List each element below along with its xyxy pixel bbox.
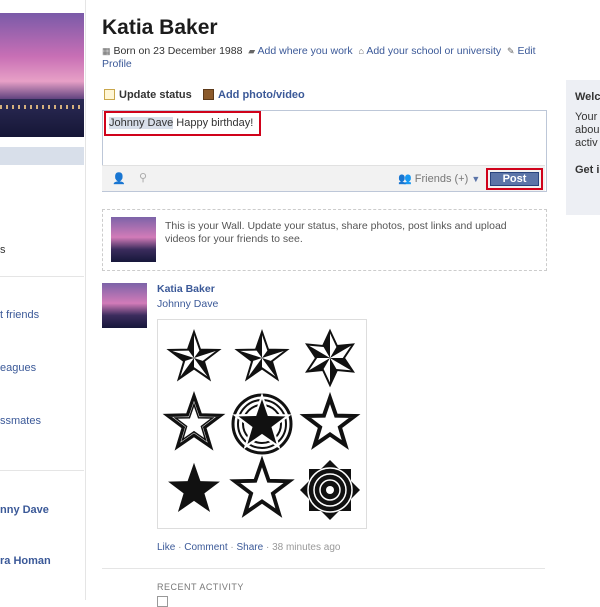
edit-profile-link-2[interactable]: Profile: [102, 58, 132, 70]
friend-link-sara-homan[interactable]: ra Homan: [0, 555, 51, 567]
welcome-line-1: Your: [575, 111, 598, 123]
briefcase-icon: ▰: [248, 46, 256, 56]
post-button-highlight: Post: [486, 168, 543, 190]
audience-selector[interactable]: 👥 Friends (+) ▼: [398, 172, 480, 185]
left-nav-band: [0, 147, 84, 165]
left-nav-item[interactable]: s: [0, 244, 6, 256]
status-text: Happy birthday!: [173, 117, 254, 129]
status-input[interactable]: Johnny Dave Happy birthday!: [104, 111, 261, 136]
add-school-link[interactable]: Add your school or university: [366, 45, 501, 57]
tab-update-status[interactable]: Update status: [104, 89, 192, 101]
tag-friend-icon[interactable]: 👤: [112, 172, 126, 185]
pencil-icon: ✎: [506, 46, 515, 56]
dropdown-icon: ▼: [471, 174, 481, 184]
welcome-title: Welc: [575, 91, 600, 103]
divider: [0, 470, 84, 471]
tab-add-photo-label: Add photo/video: [218, 89, 305, 101]
post-tagged-friend[interactable]: Johnny Dave: [157, 298, 218, 310]
recent-activity-heading: RECENT ACTIVITY: [157, 582, 244, 592]
activity-checkbox[interactable]: [157, 596, 168, 607]
post-image-stars[interactable]: [157, 319, 367, 529]
welcome-line-3: activ: [575, 137, 598, 149]
birthday-text: Born on 23 December 1988: [113, 45, 243, 57]
profile-info-line: ▦ Born on 23 December 1988 ▰ Add where y…: [102, 45, 542, 71]
post-button[interactable]: Post: [490, 172, 539, 186]
left-nav-item-best-friends[interactable]: t friends: [0, 309, 39, 321]
stars-graphic: [165, 330, 360, 520]
edit-profile-link[interactable]: Edit: [517, 45, 535, 57]
friends-icon: 👥: [398, 173, 412, 185]
post-timestamp: 38 minutes ago: [272, 542, 341, 553]
get-started-link[interactable]: Get i: [575, 164, 599, 176]
profile-picture[interactable]: [0, 13, 84, 137]
calendar-icon: ▦: [102, 46, 111, 56]
divider: [102, 568, 545, 569]
like-link[interactable]: Like: [157, 542, 175, 553]
wall-info-text: This is your Wall. Update your status, s…: [165, 220, 507, 245]
photo-icon: [203, 89, 214, 100]
tab-add-photo[interactable]: Add photo/video: [203, 89, 305, 101]
divider: [0, 276, 84, 277]
location-icon[interactable]: ⚲: [139, 171, 147, 184]
welcome-panel: Welc Your abou activ Get i: [566, 80, 600, 215]
left-nav-item-colleagues[interactable]: eagues: [0, 362, 36, 374]
left-nav-item-classmates[interactable]: ssmates: [0, 415, 41, 427]
mention-tag: Johnny Dave: [109, 117, 174, 129]
audience-label: Friends (+): [414, 173, 469, 185]
wall-profile-thumbnail: [111, 217, 156, 262]
friend-link-johnny-dave[interactable]: nny Dave: [0, 504, 49, 516]
tab-update-status-label: Update status: [119, 89, 192, 101]
add-work-link[interactable]: Add where you work: [258, 45, 353, 57]
post-actions: Like · Comment · Share · 38 minutes ago: [157, 542, 341, 553]
post-author-name[interactable]: Katia Baker: [157, 283, 215, 295]
profile-name: Katia Baker: [102, 16, 218, 39]
school-icon: ⌂: [358, 46, 364, 56]
comment-link[interactable]: Comment: [184, 542, 227, 553]
welcome-text: Your abou activ: [575, 111, 599, 150]
welcome-line-2: abou: [575, 124, 600, 136]
post-author-avatar[interactable]: [102, 283, 147, 328]
share-link[interactable]: Share: [237, 542, 264, 553]
status-icon: [104, 89, 115, 100]
